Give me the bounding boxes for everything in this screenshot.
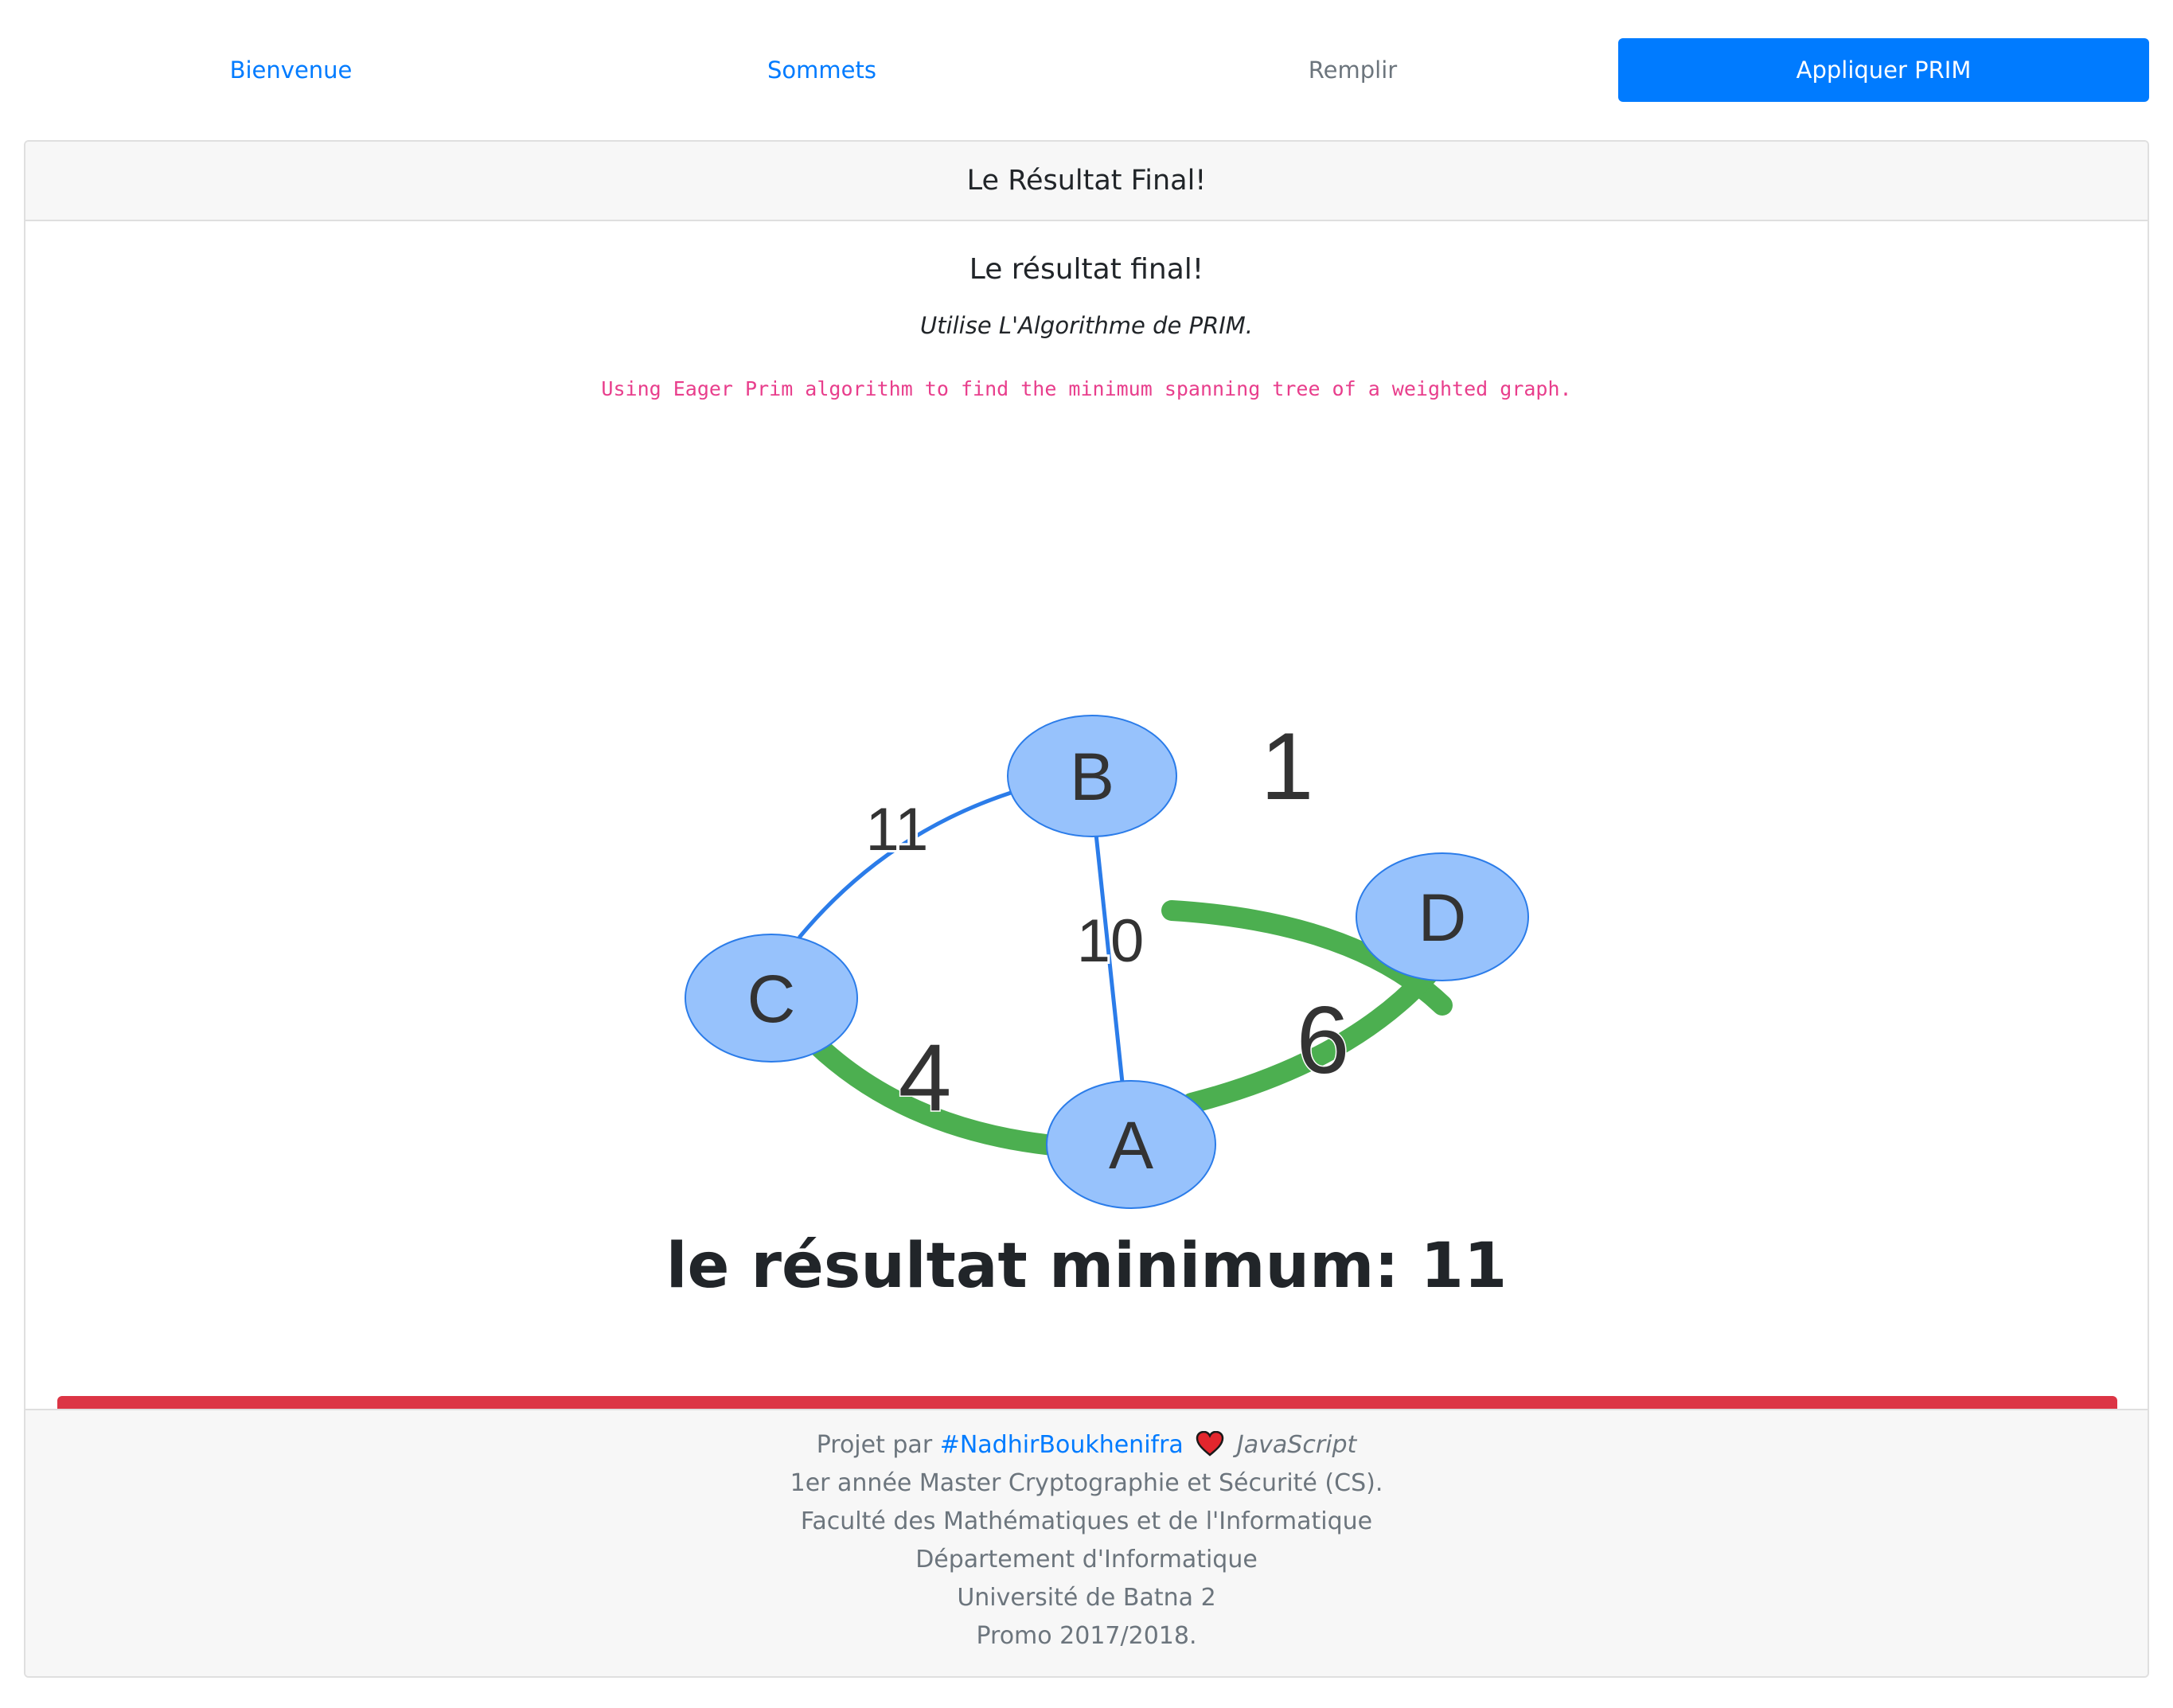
card-header: Le Résultat Final!: [25, 142, 2148, 221]
node-a[interactable]: A: [1046, 1080, 1216, 1209]
footer-language: JavaScript: [1236, 1431, 1357, 1459]
author-link[interactable]: #NadhirBoukhenifra: [940, 1431, 1184, 1459]
tab-bienvenue[interactable]: Bienvenue: [25, 38, 556, 102]
node-c[interactable]: C: [685, 934, 858, 1063]
footer-credits: Projet par #NadhirBoukhenifra JavaScript: [25, 1426, 2148, 1464]
node-label-d: D: [1418, 880, 1467, 955]
edge-weight-a-d: 6: [1297, 987, 1350, 1094]
edge-weight-c-a: 4: [899, 1024, 952, 1131]
footer-line-program: 1er année Master Cryptographie et Sécuri…: [790, 1469, 1383, 1497]
tab-sommets[interactable]: Sommets: [556, 38, 1087, 102]
tab-remplir: Remplir: [1308, 57, 1398, 84]
footer-line-promo: Promo 2017/2018.: [976, 1622, 1197, 1650]
result-card: Le Résultat Final! Le résultat final! Ut…: [24, 140, 2149, 1678]
edge-weight-b-c: 11: [866, 796, 929, 864]
node-label-b: B: [1070, 739, 1114, 814]
card-footer: Projet par #NadhirBoukhenifra JavaScript…: [25, 1409, 2148, 1676]
graph-canvas[interactable]: 1 11 10 4 6 B D C A: [25, 221, 2149, 1256]
footer-line-department: Département d'Informatique: [915, 1546, 1258, 1573]
node-label-c: C: [747, 961, 796, 1036]
step-nav: Bienvenue Sommets Remplir Appliquer PRIM: [25, 38, 2149, 102]
edge-weight-b-d: 1: [1261, 713, 1314, 820]
node-label-a: A: [1109, 1108, 1153, 1183]
tab-appliquer-prim[interactable]: Appliquer PRIM: [1618, 38, 2149, 102]
minimum-result: le résultat minimum: 11: [665, 1230, 1508, 1302]
footer-prefix: Projet par: [816, 1431, 933, 1459]
node-d[interactable]: D: [1356, 852, 1529, 981]
node-b[interactable]: B: [1007, 715, 1177, 837]
footer-line-faculty: Faculté des Mathématiques et de l'Inform…: [800, 1507, 1373, 1535]
card-body: Le résultat final! Utilise L'Algorithme …: [25, 221, 2149, 1456]
heart-icon: [1196, 1431, 1224, 1456]
footer-line-university: Université de Batna 2: [957, 1584, 1216, 1612]
edge-weight-b-a: 10: [1077, 907, 1145, 975]
